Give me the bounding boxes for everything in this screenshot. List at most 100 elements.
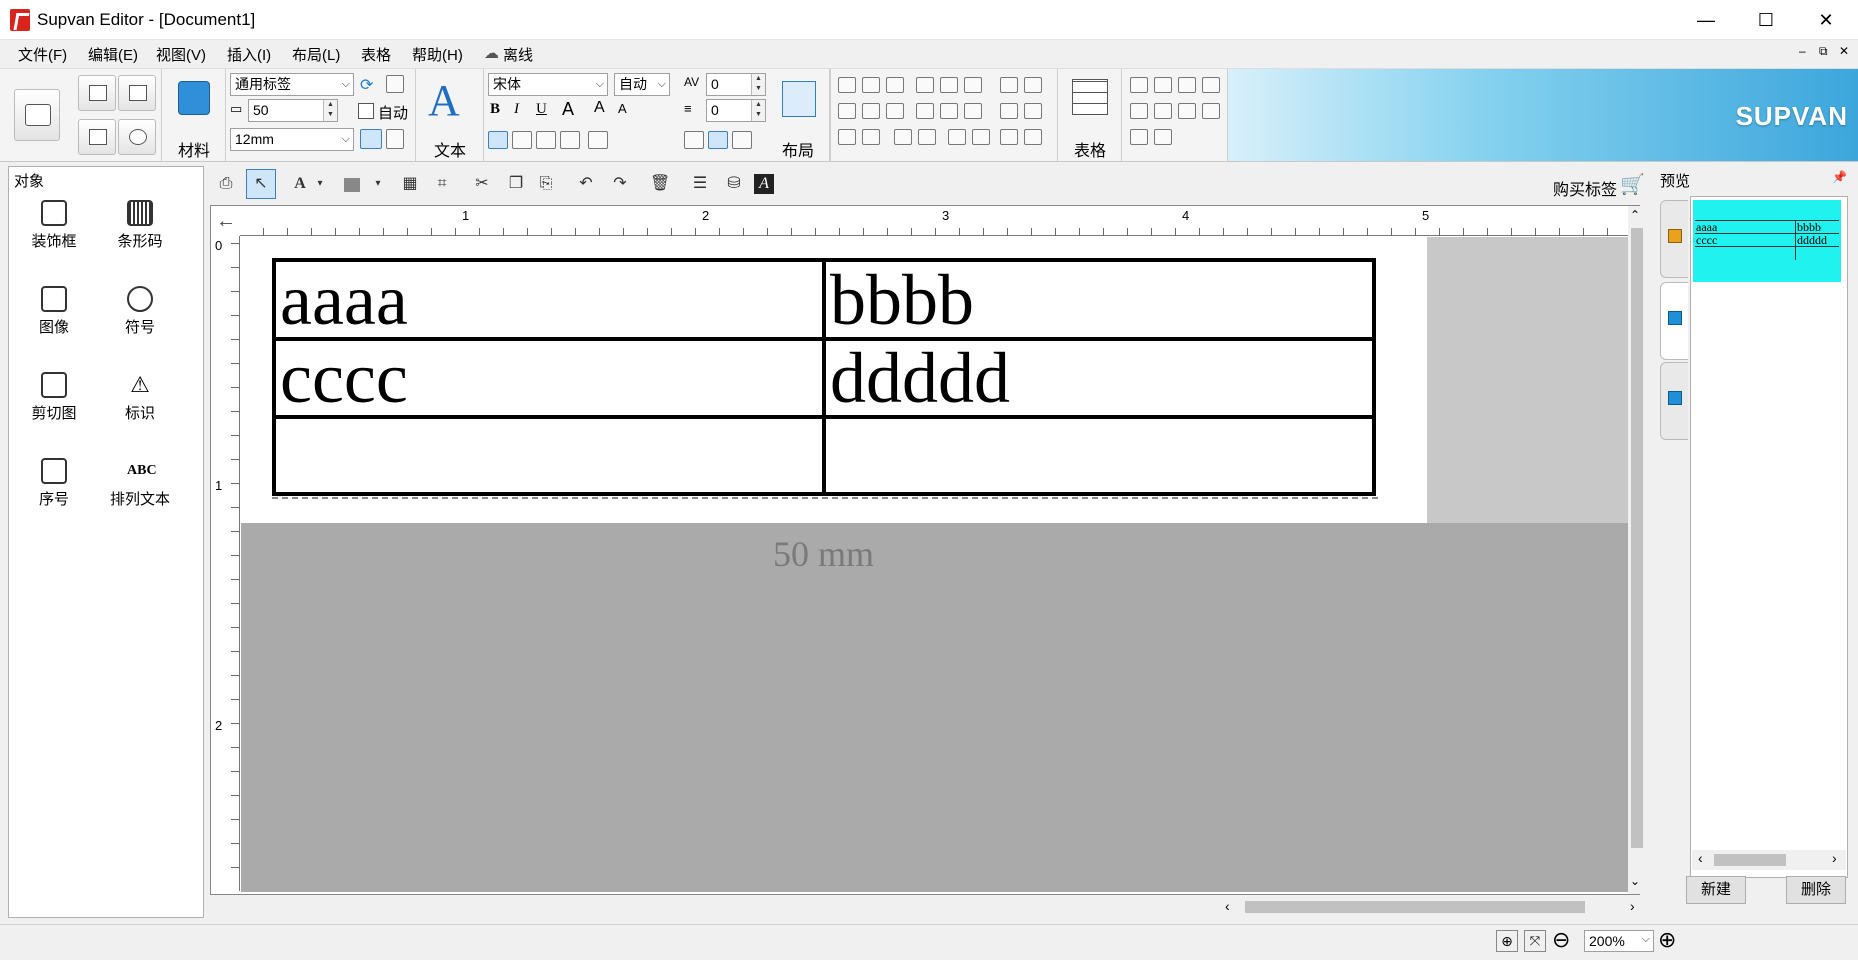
bold-button[interactable]: B (490, 101, 500, 118)
align-objects-bottom-icon[interactable] (964, 77, 982, 93)
back-arrow-icon[interactable]: ← (214, 208, 238, 234)
close-button[interactable]: ✕ (1797, 0, 1855, 40)
copy-icon[interactable]: ❐ (506, 174, 526, 194)
align-top-center-icon[interactable] (862, 77, 880, 93)
width-input[interactable]: 50 ▲ ▼ (248, 99, 338, 122)
justify-button[interactable] (560, 131, 580, 149)
rotate-right-icon[interactable] (862, 129, 880, 145)
zoom-in-region-icon[interactable]: ⊕ (1496, 930, 1518, 952)
same-width-icon[interactable] (916, 103, 934, 119)
delete-row-icon[interactable] (1178, 77, 1196, 93)
vertical-scroll-thumb[interactable] (1631, 228, 1643, 848)
menu-edit[interactable]: 编辑(E) (88, 44, 138, 65)
table-cell[interactable]: bbbb (826, 264, 974, 336)
distribute-v-icon[interactable] (1024, 77, 1042, 93)
side-tab-view[interactable] (1660, 362, 1688, 440)
horizontal-scrollbar[interactable]: ‹ › (1225, 896, 1645, 918)
align-center-v-icon[interactable] (862, 103, 880, 119)
lock-icon[interactable] (1000, 129, 1018, 145)
database-icon[interactable]: ⛁ (724, 174, 744, 194)
minimize-button[interactable]: — (1677, 0, 1735, 40)
menu-layout[interactable]: 布局(L) (292, 44, 340, 65)
mdi-minimize-button[interactable]: – (1799, 44, 1806, 58)
cart-icon[interactable]: 🛒 (1620, 172, 1645, 197)
menu-file[interactable]: 文件(F) (18, 44, 67, 65)
object-arranged-text[interactable]: ABC 排列文本 (100, 458, 180, 509)
unlock-icon[interactable] (1024, 129, 1042, 145)
table-tool-icon[interactable]: ▦ (400, 174, 420, 194)
width-spinner[interactable]: ▲ ▼ (323, 100, 337, 121)
shrink-font-button[interactable]: A (618, 101, 627, 116)
distribute-button[interactable] (588, 131, 608, 149)
scroll-right-icon[interactable]: › (1630, 898, 1635, 914)
scroll-left-icon[interactable]: ‹ (1698, 850, 1703, 866)
insert-column-icon[interactable] (1154, 77, 1172, 93)
tree-tool-icon[interactable]: ⌗ (432, 174, 452, 194)
print-preview-button[interactable] (118, 119, 156, 155)
insert-row-icon[interactable] (1130, 77, 1148, 93)
fit-page-icon[interactable]: ⤧ (1524, 930, 1546, 952)
redo-icon[interactable]: ↷ (610, 174, 630, 194)
split-cells-icon[interactable] (1202, 103, 1220, 119)
menu-help[interactable]: 帮助(H) (412, 44, 463, 65)
valign-bottom-button[interactable] (732, 131, 752, 149)
label-table[interactable]: aaaa bbbb cccc ddddd (272, 258, 1376, 496)
side-tab-preview[interactable] (1660, 282, 1688, 360)
list-icon[interactable]: ☰ (690, 174, 710, 194)
layout-button[interactable]: 布局 (772, 69, 830, 161)
object-symbol[interactable]: 符号 (100, 286, 180, 337)
menu-offline[interactable]: 离线 (503, 44, 533, 65)
align-right-button[interactable] (536, 131, 556, 149)
same-height-icon[interactable] (940, 103, 958, 119)
maximize-button[interactable]: ☐ (1737, 0, 1795, 40)
font-size-select[interactable]: 自动 ⌵ (614, 73, 670, 96)
row-height-icon[interactable] (1130, 103, 1148, 119)
zoom-out-icon[interactable]: ⊖ (1552, 929, 1570, 951)
align-center-button[interactable] (512, 131, 532, 149)
delete-preview-button[interactable]: 删除 (1786, 876, 1846, 904)
zoom-select[interactable]: 200% ⌵ (1584, 930, 1654, 952)
buy-labels-link[interactable]: 购买标签 (1553, 176, 1617, 200)
cell-border-icon[interactable] (1130, 129, 1148, 145)
pin-icon[interactable]: 📌 (1832, 170, 1847, 184)
mdi-close-button[interactable]: ✕ (1839, 44, 1849, 58)
zoom-in-icon[interactable]: ⊕ (1658, 929, 1676, 951)
table-cell[interactable]: aaaa (276, 264, 408, 336)
auto-checkbox[interactable] (358, 103, 374, 119)
align-objects-top-icon[interactable] (916, 77, 934, 93)
send-back-icon[interactable] (1024, 103, 1042, 119)
menu-view[interactable]: 视图(V) (156, 44, 206, 65)
orientation-vertical-icon[interactable] (386, 129, 404, 149)
valign-middle-button[interactable] (708, 131, 728, 149)
font-style-icon[interactable]: A (754, 174, 774, 194)
label-type-select[interactable]: 通用标签 ⌵ (230, 73, 354, 96)
object-sign[interactable]: ⚠ 标识 (100, 372, 180, 423)
refresh-icon[interactable]: ⟳ (360, 75, 373, 95)
shape-tool-icon[interactable] (344, 178, 360, 192)
align-top-left-icon[interactable] (838, 77, 856, 93)
char-spacing-spinner[interactable]: ▲ ▼ (751, 74, 765, 95)
font-select[interactable]: 宋体 ⌵ (488, 73, 608, 96)
font-effect-button[interactable]: A (562, 99, 574, 120)
mdi-restore-button[interactable]: ⧉ (1819, 44, 1828, 59)
print-icon[interactable]: ⎙ (216, 174, 236, 194)
new-preview-button[interactable]: 新建 (1686, 876, 1746, 904)
chevron-down-icon[interactable]: ▾ (368, 174, 388, 194)
object-image[interactable]: 图像 (14, 286, 94, 337)
align-left-button[interactable] (488, 131, 508, 149)
cut-icon[interactable]: ✂ (472, 174, 492, 194)
tape-size-select[interactable]: 12mm ⌵ (230, 128, 354, 151)
preview-scroll-thumb[interactable] (1714, 854, 1786, 866)
side-tab-materials[interactable] (1660, 200, 1688, 278)
preview-thumbnail[interactable]: aaaa bbbb cccc ddddd (1693, 200, 1841, 282)
align-top-right-icon[interactable] (886, 77, 904, 93)
menu-insert[interactable]: 插入(I) (227, 44, 271, 65)
cell-fill-icon[interactable] (1154, 129, 1172, 145)
object-serial[interactable]: 序号 (14, 458, 94, 509)
preview-hscrollbar[interactable]: ‹ › (1692, 850, 1846, 870)
merge-cells-icon[interactable] (1178, 103, 1196, 119)
vertical-scrollbar[interactable]: ⌃ ⌄ (1628, 206, 1646, 894)
new-doc-button[interactable] (78, 75, 116, 111)
flip-icon[interactable] (894, 129, 912, 145)
print-button[interactable] (14, 89, 60, 141)
